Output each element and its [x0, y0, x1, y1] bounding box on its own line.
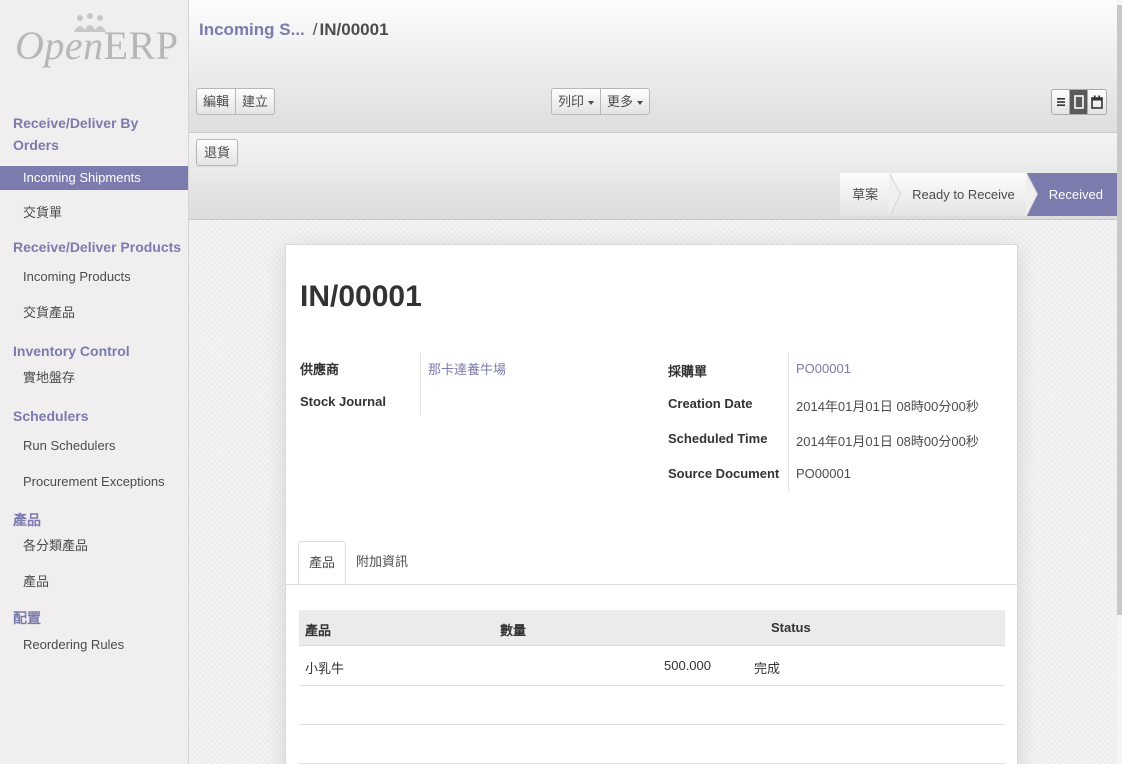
table-header: 產品 數量 Status [299, 610, 1005, 646]
page-scrollbar[interactable] [1117, 0, 1122, 764]
control-panel: Incoming S... / IN/00001 編輯 建立 列印 更多 [189, 0, 1117, 133]
stage-draft-label: 草案 [852, 187, 879, 202]
logo-text: OpenERP [15, 22, 179, 69]
column-header-quantity[interactable]: 數量 [500, 620, 526, 639]
logo-word-open: Open [15, 23, 104, 68]
form-statusbar: 退貨 草案 Ready to Receive Received [189, 133, 1117, 220]
column-header-product[interactable]: 產品 [305, 620, 331, 639]
form-content-area: IN/00001 供應商 那卡達養牛場 Stock Journal 採購單 PO… [189, 220, 1117, 764]
stage-received-label: Received [1048, 187, 1103, 202]
more-label: 更多 [607, 94, 634, 109]
cell-quantity: 500.000 [664, 658, 711, 673]
tabs-divider [286, 584, 1017, 585]
chevron-down-icon [637, 100, 644, 105]
table-row[interactable]: 小乳牛 500.000 完成 [299, 647, 1005, 686]
print-label: 列印 [558, 94, 585, 109]
stage-arrow [1025, 173, 1038, 216]
creation-date-value: 2014年01月01日 08時00分00秒 [796, 399, 979, 414]
sidebar-item-incoming-shipments[interactable]: Incoming Shipments [0, 166, 188, 190]
creation-date-label: Creation Date [668, 396, 753, 411]
breadcrumb-separator: / [312, 20, 318, 39]
page-title: IN/00001 [300, 280, 422, 313]
tab-products[interactable]: 產品 [298, 541, 347, 585]
menu-section-inventory-control[interactable]: Inventory Control [0, 340, 188, 362]
table-row-empty [299, 686, 1005, 725]
field-divider [788, 353, 789, 491]
scheduled-time-label: Scheduled Time [668, 431, 768, 446]
calendar-view-icon[interactable] [1088, 90, 1106, 114]
menu-section-receive-by-orders[interactable]: Receive/Deliver By Orders [0, 112, 188, 156]
menu-section-configuration[interactable]: 配置 [0, 607, 188, 629]
create-button[interactable]: 建立 [236, 89, 274, 114]
form-view-icon[interactable] [1070, 90, 1088, 114]
list-view-icon[interactable] [1052, 90, 1070, 114]
menu-section-receive-products[interactable]: Receive/Deliver Products [0, 236, 188, 258]
purchase-order-label: 採購單 [668, 364, 708, 379]
stock-journal-label: Stock Journal [300, 394, 386, 409]
cell-product: 小乳牛 [305, 661, 345, 676]
sidebar-item-incoming-products[interactable]: Incoming Products [0, 266, 188, 288]
notebook-tabs: 產品 附加資訊 [298, 541, 418, 585]
cell-status: 完成 [754, 661, 781, 676]
sidebar-item-run-schedulers[interactable]: Run Schedulers [0, 435, 188, 457]
more-dropdown-button[interactable]: 更多 [601, 89, 649, 114]
menu-section-schedulers[interactable]: Schedulers [0, 405, 188, 427]
stage-pipeline: 草案 Ready to Receive Received [840, 173, 1117, 216]
stage-ready-label: Ready to Receive [912, 187, 1015, 202]
view-switcher [1051, 89, 1107, 115]
partner-label: 供應商 [300, 362, 340, 377]
edit-button[interactable]: 編輯 [197, 89, 237, 114]
source-document-value: PO00001 [796, 466, 851, 481]
breadcrumb-parent-link[interactable]: Incoming S... [199, 20, 305, 39]
scrollbar-thumb[interactable] [1117, 5, 1122, 615]
table-row-empty [299, 725, 1005, 764]
print-dropdown-button[interactable]: 列印 [552, 89, 602, 114]
form-sheet: IN/00001 供應商 那卡達養牛場 Stock Journal 採購單 PO… [285, 244, 1018, 764]
source-document-label: Source Document [668, 466, 780, 481]
return-button[interactable]: 退貨 [196, 139, 239, 166]
column-header-status[interactable]: Status [771, 620, 811, 635]
sidebar-item-procurement-exceptions[interactable]: Procurement Exceptions [0, 471, 188, 493]
field-divider [420, 353, 421, 415]
stage-arrow [889, 173, 902, 216]
breadcrumb: Incoming S... / IN/00001 [199, 20, 389, 40]
sidebar: OpenERP Receive/Deliver By Orders Incomi… [0, 0, 189, 764]
stage-draft[interactable]: 草案 [840, 173, 902, 216]
tab-additional-info[interactable]: 附加資訊 [346, 541, 418, 585]
sidebar-item-delivery-orders[interactable]: 交貨單 [0, 202, 188, 224]
menu-section-products[interactable]: 產品 [0, 509, 188, 531]
scheduled-time-value: 2014年01月01日 08時00分00秒 [796, 434, 979, 449]
purchase-order-link[interactable]: PO00001 [796, 361, 851, 376]
sidebar-item-delivery-products[interactable]: 交貨產品 [0, 302, 188, 324]
stage-received[interactable]: Received [1026, 173, 1117, 216]
stage-ready-to-receive[interactable]: Ready to Receive [890, 173, 1038, 216]
sidebar-item-physical-inventory[interactable]: 實地盤存 [0, 367, 188, 389]
edit-create-group: 編輯 建立 [196, 88, 276, 115]
sidebar-actions-group: 列印 更多 [551, 88, 651, 115]
sidebar-item-products-by-category[interactable]: 各分類產品 [0, 535, 188, 557]
openerp-logo[interactable]: OpenERP [0, 0, 188, 105]
sidebar-item-products[interactable]: 產品 [0, 571, 188, 593]
sidebar-item-reordering-rules[interactable]: Reordering Rules [0, 634, 188, 656]
logo-word-erp: ERP [103, 23, 179, 68]
chevron-down-icon [588, 100, 595, 105]
partner-value-link[interactable]: 那卡達養牛場 [428, 359, 506, 378]
breadcrumb-current: IN/00001 [319, 20, 389, 39]
